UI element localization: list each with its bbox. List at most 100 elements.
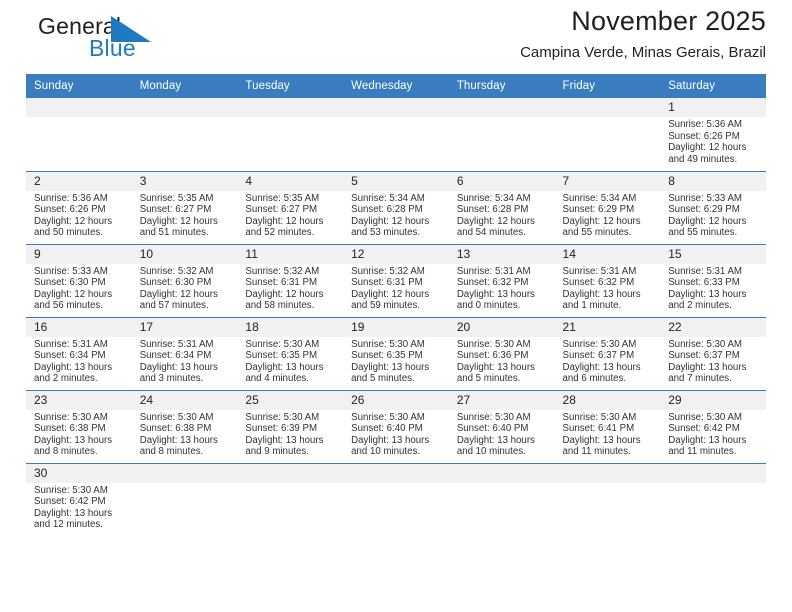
calendar-day-cell[interactable]: 27 Sunrise: 5:30 AM Sunset: 6:40 PM Dayligh… <box>448 390 555 464</box>
day-number: 6 <box>448 171 555 191</box>
daylight-text-line2: and 58 minutes. <box>245 300 315 312</box>
calendar-day-cell[interactable]: 5 Sunrise: 5:34 AM Sunset: 6:28 PM Daylight… <box>343 171 449 245</box>
day-number: 5 <box>343 171 449 191</box>
daylight-text-line1: Daylight: 12 hours <box>562 215 641 227</box>
calendar-day-cell[interactable]: 1 Sunrise: 5:36 AM Sunset: 6:26 PM Daylight… <box>660 98 766 172</box>
calendar-day-cell[interactable]: 8 Sunrise: 5:33 AM Sunset: 6:29 PM Daylight… <box>660 171 766 245</box>
calendar-day-cell[interactable]: 11 Sunrise: 5:32 AM Sunset: 6:31 PM Dayligh… <box>237 244 344 318</box>
calendar-cell-empty <box>448 98 555 172</box>
calendar-day-cell[interactable]: 21 Sunrise: 5:30 AM Sunset: 6:37 PM Dayligh… <box>554 317 661 391</box>
calendar-cell-inner: 6 Sunrise: 5:34 AM Sunset: 6:28 PM Daylight… <box>448 171 555 244</box>
sunrise-text: Sunrise: 5:30 AM <box>139 411 214 423</box>
day-number: 26 <box>343 390 449 410</box>
sunset-text: Sunset: 6:31 PM <box>351 277 423 289</box>
calendar-day-cell[interactable]: 19 Sunrise: 5:30 AM Sunset: 6:35 PM Dayligh… <box>343 317 449 391</box>
calendar-day-cell[interactable]: 2 Sunrise: 5:36 AM Sunset: 6:26 PM Daylight… <box>26 171 132 245</box>
brand-logo[interactable]: General Blue <box>26 10 206 68</box>
sunrise-text: Sunrise: 5:32 AM <box>245 265 320 277</box>
daylight-text-line2: and 52 minutes. <box>245 227 315 239</box>
calendar-day-cell[interactable]: 30 Sunrise: 5:30 AM Sunset: 6:42 PM Dayligh… <box>26 463 132 536</box>
day-number: 10 <box>131 244 238 264</box>
daylight-text-line1: Daylight: 12 hours <box>139 288 218 300</box>
day-sun-info: Sunrise: 5:33 AM Sunset: 6:29 PM Daylight:… <box>660 191 766 239</box>
day-sun-info: Sunrise: 5:31 AM Sunset: 6:32 PM Daylight:… <box>449 264 555 312</box>
sunrise-text: Sunrise: 5:30 AM <box>456 338 531 350</box>
sunrise-text: Sunrise: 5:30 AM <box>245 411 320 423</box>
sunset-text: Sunset: 6:34 PM <box>139 350 212 362</box>
calendar-cell-inner <box>448 98 555 171</box>
calendar-week-row: 23 Sunrise: 5:30 AM Sunset: 6:38 PM Dayligh… <box>26 390 766 464</box>
calendar-day-cell[interactable]: 29 Sunrise: 5:30 AM Sunset: 6:42 PM Dayligh… <box>660 390 766 464</box>
sunset-text: Sunset: 6:27 PM <box>245 204 318 216</box>
daylight-text-line1: Daylight: 12 hours <box>456 215 535 227</box>
weekday-header-monday: Monday <box>131 74 238 98</box>
sunrise-text: Sunrise: 5:36 AM <box>34 192 108 204</box>
daylight-text-line1: Daylight: 13 hours <box>139 361 218 373</box>
daylight-text-line2: and 6 minutes. <box>562 373 627 385</box>
day-number: 25 <box>237 390 344 410</box>
calendar-day-cell[interactable]: 26 Sunrise: 5:30 AM Sunset: 6:40 PM Dayligh… <box>343 390 449 464</box>
day-sun-info: Sunrise: 5:36 AM Sunset: 6:26 PM Daylight:… <box>660 117 766 165</box>
day-number: 12 <box>343 244 449 264</box>
daylight-text-line2: and 4 minutes. <box>245 373 309 385</box>
day-sun-info: Sunrise: 5:30 AM Sunset: 6:37 PM Daylight:… <box>555 337 661 385</box>
calendar-day-cell[interactable]: 3 Sunrise: 5:35 AM Sunset: 6:27 PM Daylight… <box>131 171 238 245</box>
calendar-cell-empty <box>26 98 132 172</box>
calendar-cell-inner: 13 Sunrise: 5:31 AM Sunset: 6:32 PM Dayligh… <box>448 244 555 317</box>
daylight-text-line2: and 12 minutes. <box>34 519 103 531</box>
calendar-day-cell[interactable]: 4 Sunrise: 5:35 AM Sunset: 6:27 PM Daylight… <box>237 171 344 245</box>
calendar-day-cell[interactable]: 13 Sunrise: 5:31 AM Sunset: 6:32 PM Dayligh… <box>448 244 555 318</box>
calendar-cell-inner: 5 Sunrise: 5:34 AM Sunset: 6:28 PM Daylight… <box>343 171 449 244</box>
calendar-day-cell[interactable]: 17 Sunrise: 5:31 AM Sunset: 6:34 PM Dayligh… <box>131 317 238 391</box>
sunrise-text: Sunrise: 5:34 AM <box>351 192 425 204</box>
sunrise-text: Sunrise: 5:35 AM <box>245 192 320 204</box>
calendar-header-row: Sunday Monday Tuesday Wednesday Thursday… <box>26 74 766 98</box>
day-number: 2 <box>26 171 132 191</box>
calendar-cell-inner: 9 Sunrise: 5:33 AM Sunset: 6:30 PM Daylight… <box>26 244 132 317</box>
daylight-text-line2: and 11 minutes. <box>668 446 737 458</box>
daylight-text-line2: and 55 minutes. <box>668 227 738 239</box>
calendar-day-cell[interactable]: 22 Sunrise: 5:30 AM Sunset: 6:37 PM Dayligh… <box>660 317 766 391</box>
day-number: 4 <box>237 171 344 191</box>
calendar-cell-empty <box>237 463 344 536</box>
calendar-day-cell[interactable]: 24 Sunrise: 5:30 AM Sunset: 6:38 PM Dayligh… <box>131 390 238 464</box>
calendar-cell-inner <box>26 98 132 171</box>
daylight-text-line2: and 53 minutes. <box>351 227 421 239</box>
calendar-week-row: 30 Sunrise: 5:30 AM Sunset: 6:42 PM Dayligh… <box>26 463 766 536</box>
daylight-text-line2: and 55 minutes. <box>562 227 632 239</box>
calendar-day-cell[interactable]: 7 Sunrise: 5:34 AM Sunset: 6:29 PM Daylight… <box>554 171 661 245</box>
day-sun-info: Sunrise: 5:32 AM Sunset: 6:31 PM Daylight:… <box>237 264 343 312</box>
calendar-day-cell[interactable]: 18 Sunrise: 5:30 AM Sunset: 6:35 PM Dayligh… <box>237 317 344 391</box>
calendar-week-row: 16 Sunrise: 5:31 AM Sunset: 6:34 PM Dayligh… <box>26 317 766 391</box>
day-number <box>131 98 238 117</box>
page-subtitle: Campina Verde, Minas Gerais, Brazil <box>520 44 766 61</box>
sunset-text: Sunset: 6:37 PM <box>668 350 740 362</box>
calendar-day-cell[interactable]: 9 Sunrise: 5:33 AM Sunset: 6:30 PM Daylight… <box>26 244 132 318</box>
calendar-day-cell[interactable]: 15 Sunrise: 5:31 AM Sunset: 6:33 PM Dayligh… <box>660 244 766 318</box>
calendar-day-cell[interactable]: 25 Sunrise: 5:30 AM Sunset: 6:39 PM Dayligh… <box>237 390 344 464</box>
day-number: 14 <box>554 244 661 264</box>
calendar-day-cell[interactable]: 10 Sunrise: 5:32 AM Sunset: 6:30 PM Dayligh… <box>131 244 238 318</box>
day-number <box>343 98 449 117</box>
calendar-day-cell[interactable]: 28 Sunrise: 5:30 AM Sunset: 6:41 PM Dayligh… <box>554 390 661 464</box>
sunrise-text: Sunrise: 5:34 AM <box>456 192 531 204</box>
day-number <box>554 463 661 483</box>
calendar-day-cell[interactable]: 12 Sunrise: 5:32 AM Sunset: 6:31 PM Dayligh… <box>343 244 449 318</box>
day-number <box>448 98 555 117</box>
calendar-day-cell[interactable]: 6 Sunrise: 5:34 AM Sunset: 6:28 PM Daylight… <box>448 171 555 245</box>
calendar-cell-inner: 21 Sunrise: 5:30 AM Sunset: 6:37 PM Dayligh… <box>554 317 661 390</box>
daylight-text-line2: and 56 minutes. <box>34 300 103 312</box>
day-number: 30 <box>26 463 132 483</box>
sunrise-text: Sunrise: 5:30 AM <box>351 411 425 423</box>
day-sun-info: Sunrise: 5:30 AM Sunset: 6:39 PM Daylight:… <box>237 410 343 458</box>
day-number: 7 <box>554 171 661 191</box>
calendar-day-cell[interactable]: 14 Sunrise: 5:31 AM Sunset: 6:32 PM Dayligh… <box>554 244 661 318</box>
sunset-text: Sunset: 6:32 PM <box>456 277 529 289</box>
daylight-text-line1: Daylight: 13 hours <box>34 434 113 446</box>
calendar-day-cell[interactable]: 23 Sunrise: 5:30 AM Sunset: 6:38 PM Dayligh… <box>26 390 132 464</box>
daylight-text-line1: Daylight: 13 hours <box>668 361 747 373</box>
daylight-text-line1: Daylight: 13 hours <box>351 361 430 373</box>
calendar-day-cell[interactable]: 20 Sunrise: 5:30 AM Sunset: 6:36 PM Dayligh… <box>448 317 555 391</box>
daylight-text-line1: Daylight: 13 hours <box>139 434 218 446</box>
calendar-day-cell[interactable]: 16 Sunrise: 5:31 AM Sunset: 6:34 PM Dayligh… <box>26 317 132 391</box>
